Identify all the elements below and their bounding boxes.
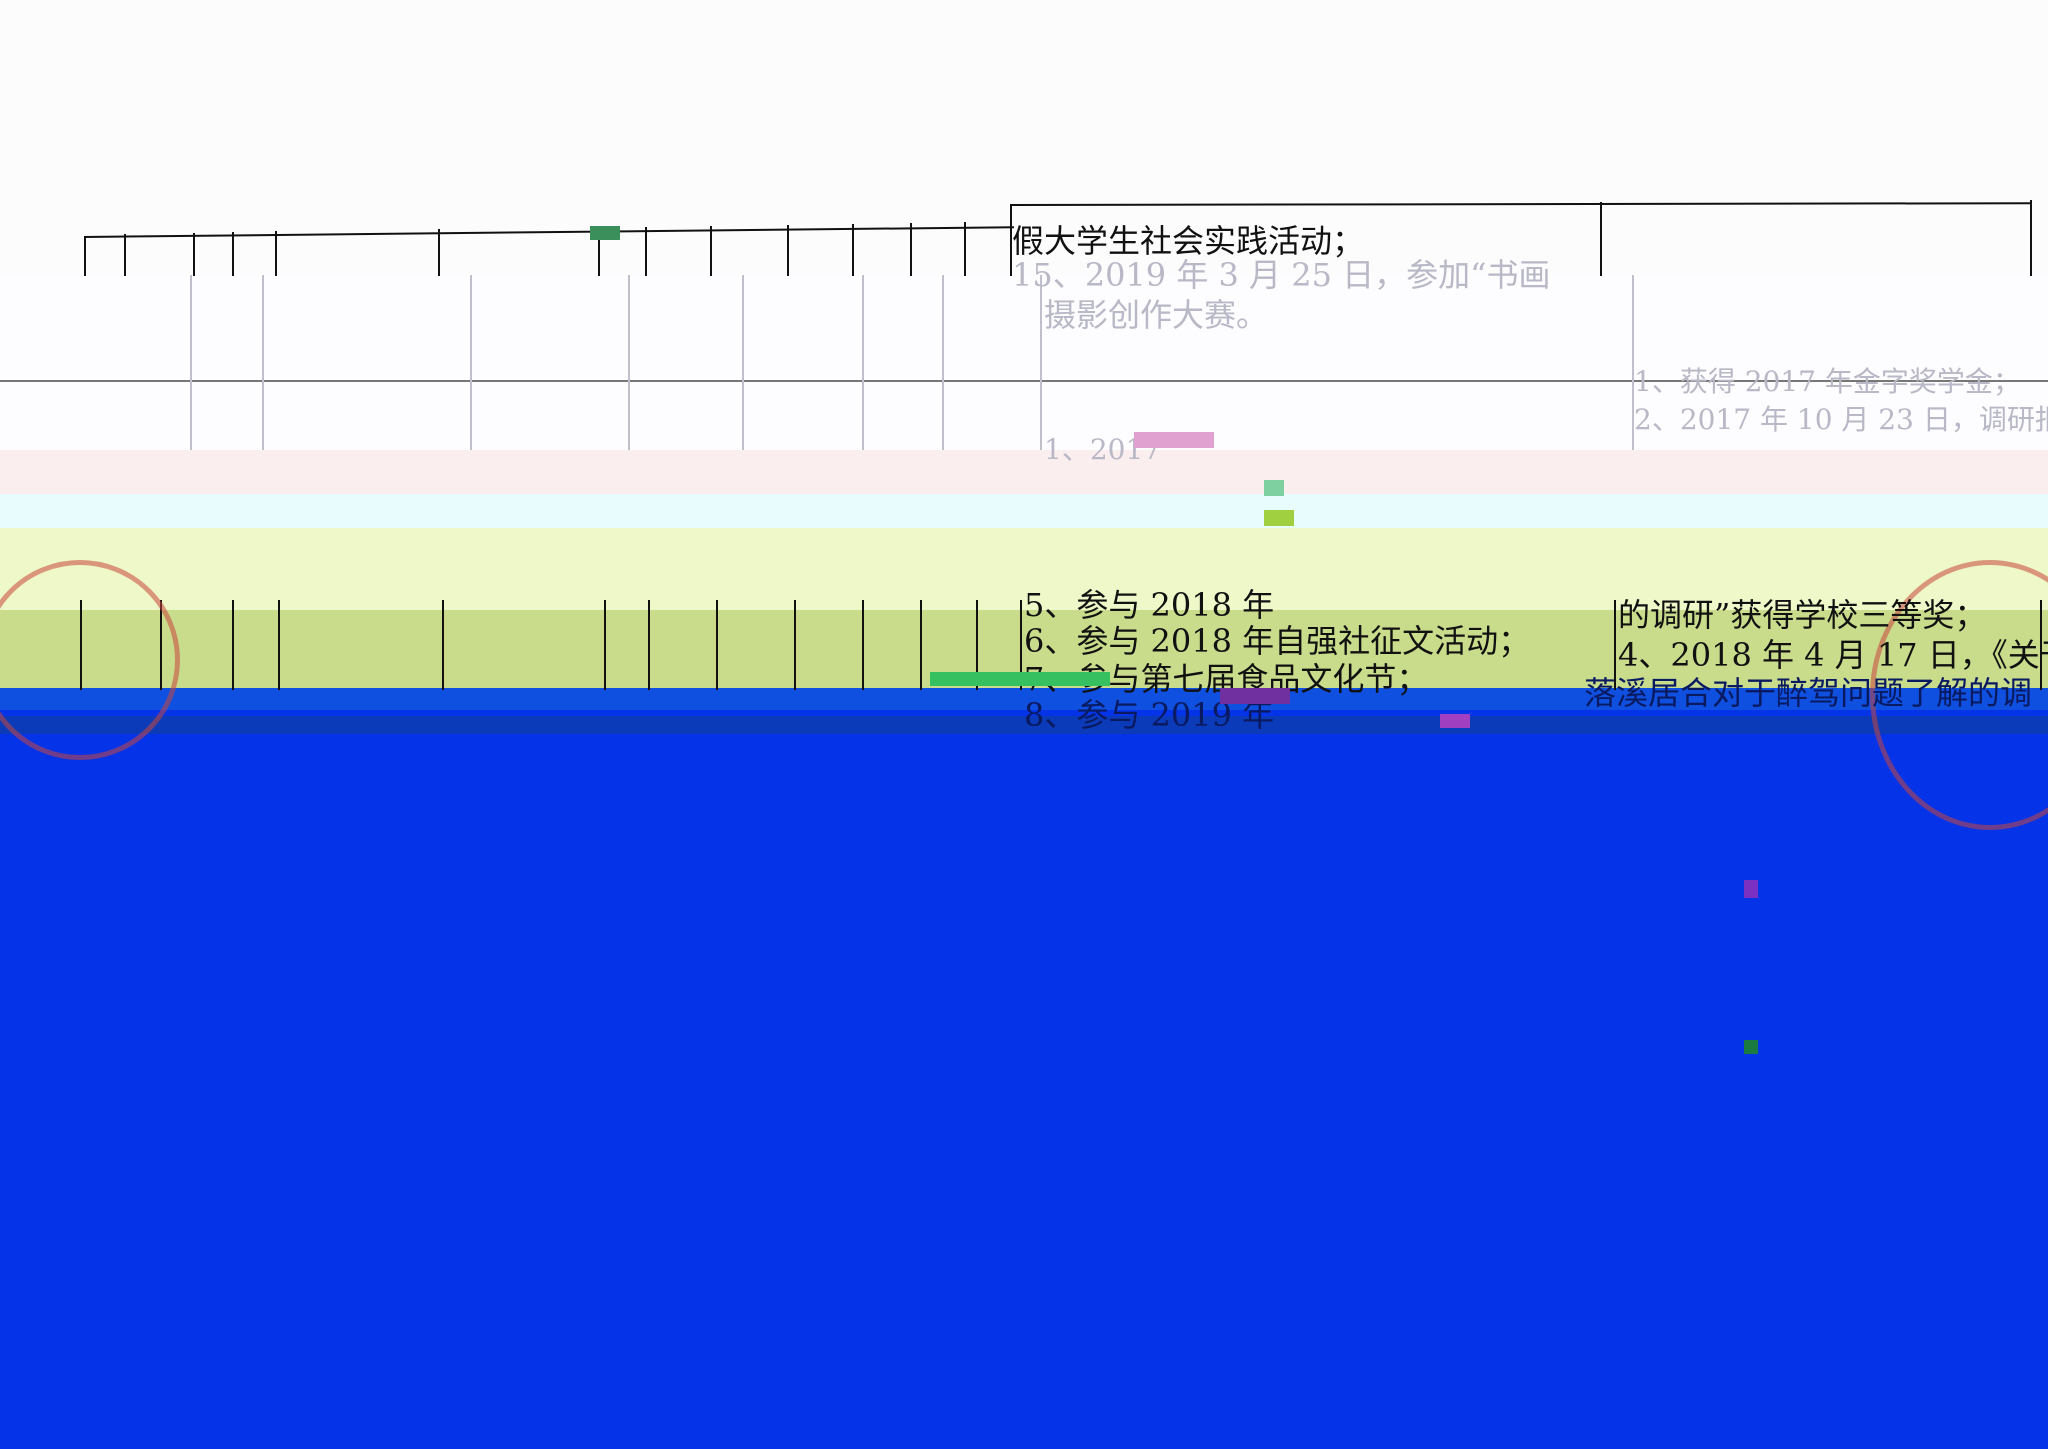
grid-line [710, 226, 712, 276]
color-artifact [590, 226, 620, 240]
background-band-cyan [0, 494, 2048, 528]
color-artifact [1744, 880, 1758, 898]
grid-line [648, 600, 650, 690]
color-artifact [1744, 1040, 1758, 1054]
grid-line [716, 600, 718, 690]
grid-line-faint [262, 275, 264, 450]
grid-line [438, 229, 440, 276]
grid-line [920, 600, 922, 690]
award-line: 1、获得 2017 年金字奖学金； [1634, 365, 2021, 398]
activity-line: 摄影创作大赛。 [1044, 296, 1269, 334]
grid-line-faint [1040, 275, 1042, 450]
grid-line [862, 600, 864, 690]
color-artifact [1264, 510, 1294, 526]
grid-line-faint [470, 275, 472, 450]
grid-line [275, 231, 277, 276]
grid-line-faint [942, 275, 944, 450]
grid-line-right-border [2030, 200, 2032, 276]
color-artifact [1134, 432, 1214, 448]
background-band-blue [0, 710, 2048, 1449]
grid-line [124, 234, 126, 276]
grid-line [787, 225, 789, 276]
grid-line-faint [862, 275, 864, 450]
grid-line [193, 233, 195, 276]
color-artifact [1264, 480, 1284, 496]
grid-line [232, 232, 234, 276]
grid-line [964, 222, 966, 276]
grid-line [84, 236, 86, 276]
grid-line [442, 600, 444, 690]
grid-line-faint [628, 275, 630, 450]
grid-line [278, 600, 280, 690]
grid-line [852, 224, 854, 276]
color-artifact [1440, 714, 1470, 728]
grid-line [604, 600, 606, 690]
award-line: 落溪居合对于醉驾问题了解的调 [1584, 674, 2033, 712]
grid-line [232, 600, 234, 690]
color-artifact [1220, 688, 1290, 704]
award-line: 2、2017 年 10 月 23 日，调研报告 [1634, 403, 2048, 436]
grid-line [645, 227, 647, 276]
background-band-pink [0, 450, 2048, 494]
grid-line-faint [190, 275, 192, 450]
color-artifact [930, 672, 1110, 686]
grid-line [794, 600, 796, 690]
grid-line-faint [742, 275, 744, 450]
grid-line-content [1600, 202, 1602, 276]
grid-line [910, 223, 912, 276]
